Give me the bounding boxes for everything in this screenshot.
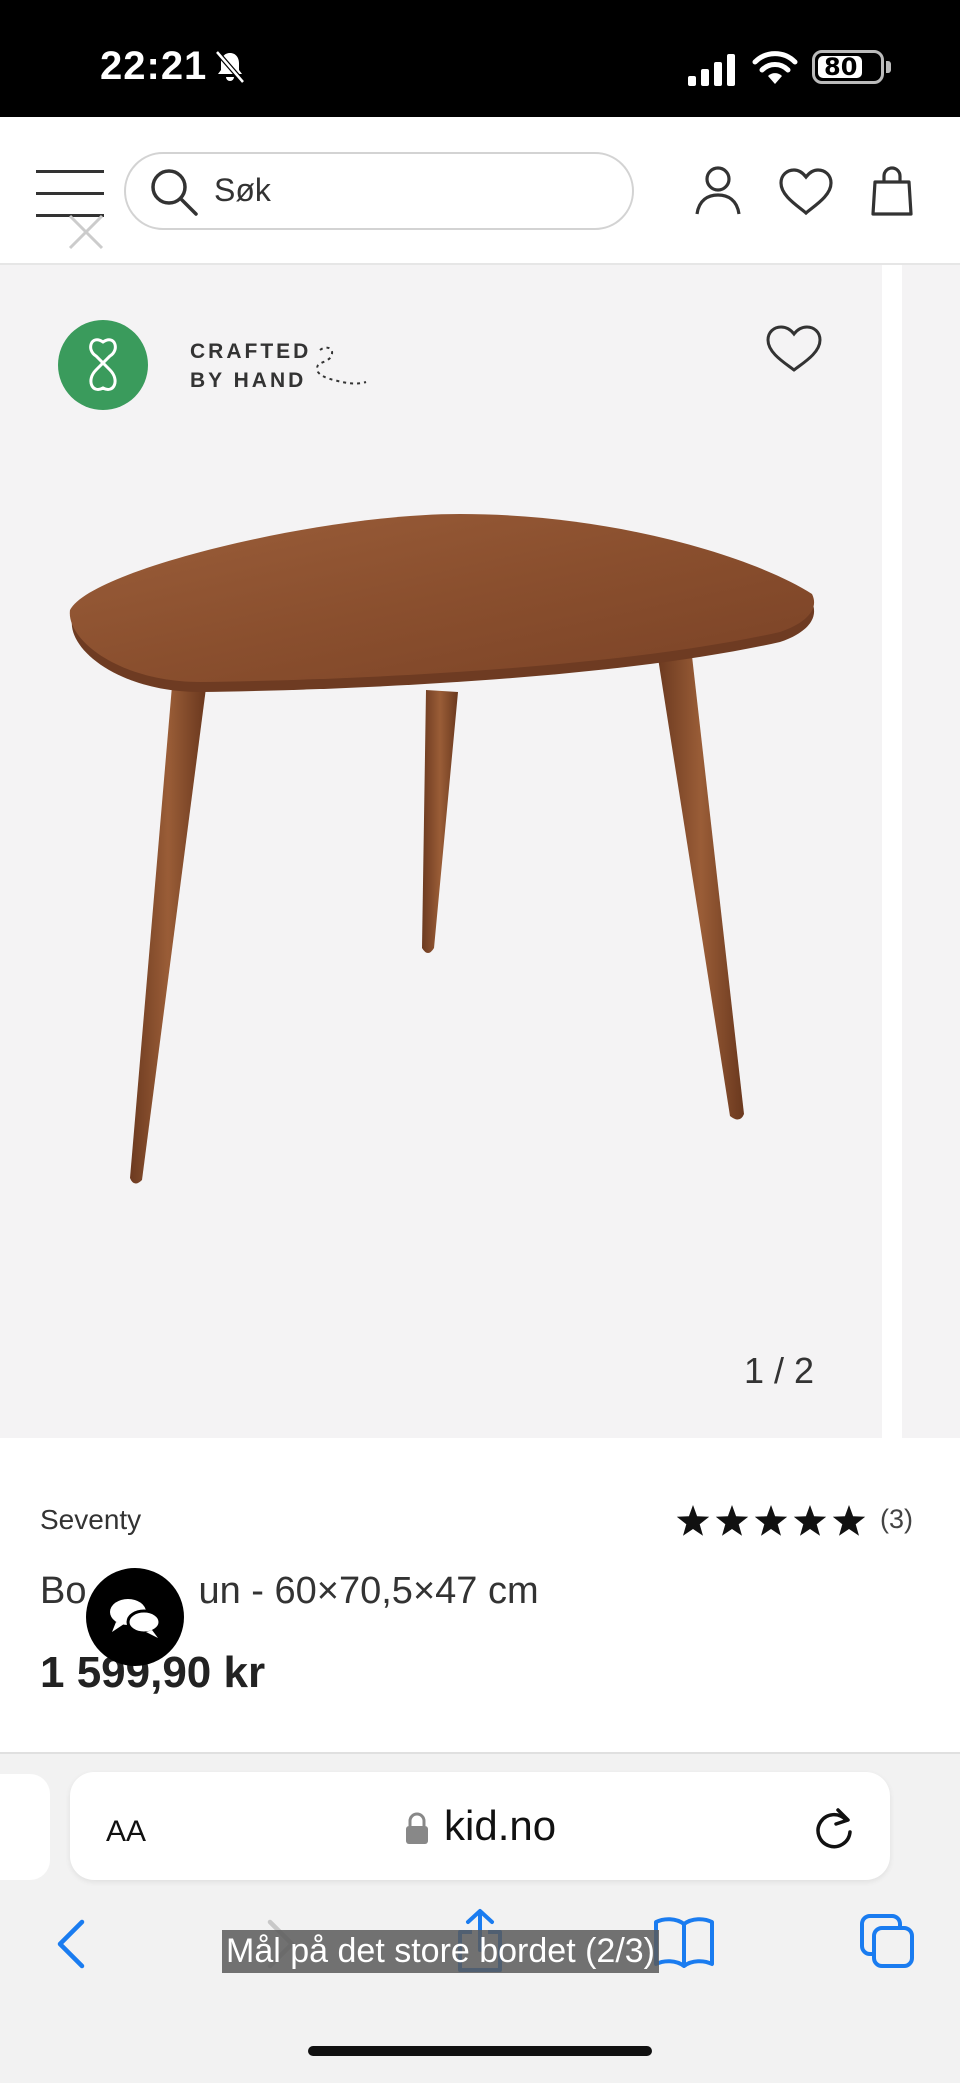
- tabs-icon[interactable]: [858, 1912, 916, 1975]
- wifi-icon: [752, 50, 798, 91]
- cellular-signal-icon: [688, 54, 738, 91]
- heart-icon[interactable]: [778, 168, 834, 221]
- bookmarks-icon[interactable]: [652, 1914, 716, 1975]
- search-input[interactable]: [124, 152, 634, 230]
- gallery-counter: 1 / 2: [744, 1350, 815, 1391]
- chat-icon: [110, 1599, 162, 1638]
- hamburger-menu-icon[interactable]: [36, 170, 104, 218]
- product-image-side-table[interactable]: [60, 510, 830, 1195]
- star-icon: [832, 1505, 866, 1536]
- status-time: 22:21: [100, 44, 208, 88]
- star-row: [676, 1505, 866, 1536]
- close-icon[interactable]: [66, 212, 106, 257]
- battery-level: 80: [824, 53, 858, 81]
- star-icon: [754, 1505, 788, 1536]
- home-indicator[interactable]: [308, 2046, 652, 2056]
- user-icon[interactable]: [694, 166, 742, 221]
- text-size-label: AA: [106, 1815, 147, 1848]
- star-icon: [715, 1505, 749, 1536]
- gallery-next-slide-peek[interactable]: [902, 265, 960, 1438]
- by-hand-line: BY HAND: [190, 369, 307, 392]
- review-count[interactable]: (3): [880, 1504, 913, 1535]
- product-brand[interactable]: Seventy: [40, 1504, 141, 1536]
- rating-stars[interactable]: [676, 1504, 876, 1543]
- lock-icon: [404, 1812, 430, 1851]
- star-icon: [676, 1505, 710, 1536]
- crafted-by-hand-logo: [58, 320, 148, 410]
- bag-icon[interactable]: [870, 166, 914, 223]
- silent-mode-icon: [214, 50, 246, 89]
- dotted-swirl-decoration: [300, 342, 370, 397]
- crafted-line: CRAFTED: [190, 340, 312, 363]
- search-icon: [148, 166, 200, 223]
- url-text[interactable]: kid.no: [444, 1802, 556, 1850]
- text-size-button[interactable]: AA: [106, 1806, 146, 1851]
- chat-button[interactable]: [86, 1568, 184, 1666]
- back-icon[interactable]: [54, 1918, 90, 1975]
- search-placeholder: Søk: [214, 172, 271, 208]
- crafted-by-hand-label: CRAFTED BY HAND: [190, 337, 311, 395]
- reload-icon[interactable]: [812, 1806, 856, 1855]
- product-name-end: un - 60×70,5×47 cm: [198, 1570, 539, 1612]
- star-icon: [793, 1505, 827, 1536]
- wishlist-heart-icon[interactable]: [764, 324, 824, 379]
- product-name-start: Bo: [40, 1570, 87, 1612]
- video-caption: Mål på det store bordet (2/3): [222, 1930, 660, 1973]
- previous-tab-address-pill[interactable]: [0, 1774, 50, 1880]
